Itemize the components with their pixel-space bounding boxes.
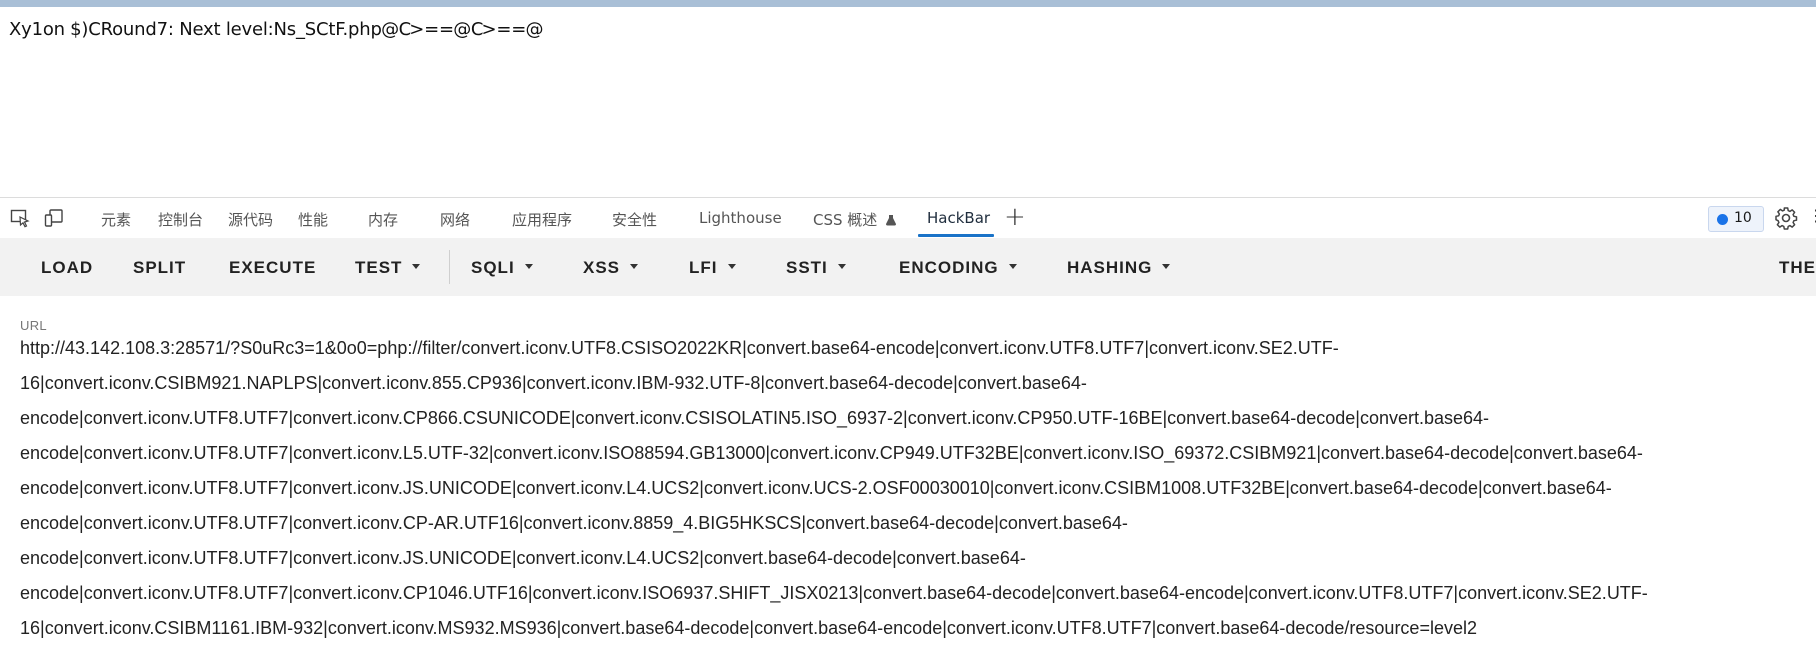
hackbar-theme-button[interactable]: THE [1779,258,1816,278]
devtools-tab-bar: 元素 控制台 源代码 性能 内存 网络 应用程序 安全性 Lighthouse … [0,197,1816,239]
issues-icon [1717,214,1728,225]
issues-badge[interactable]: 10 [1708,206,1764,232]
flask-icon [885,214,897,226]
device-toolbar-icon[interactable] [44,208,64,228]
hackbar-hashing-dropdown[interactable]: HASHING [1067,258,1170,278]
hackbar-ssti-label: SSTI [786,258,828,277]
caret-down-icon [525,264,533,269]
tab-security[interactable]: 安全性 [612,209,657,230]
issues-count: 10 [1734,210,1752,226]
url-line: encode|convert.iconv.UTF8.UTF7|convert.i… [20,436,1810,471]
url-line: 16|convert.iconv.CSIBM921.NAPLPS|convert… [20,366,1810,401]
hackbar-encoding-label: ENCODING [899,258,999,277]
url-line: encode|convert.iconv.UTF8.UTF7|convert.i… [20,576,1810,611]
url-textarea[interactable]: http://43.142.108.3:28571/?S0uRc3=1&0o0=… [20,331,1810,646]
tab-lighthouse[interactable]: Lighthouse [699,209,782,227]
url-line: encode|convert.iconv.UTF8.UTF7|convert.i… [20,506,1810,541]
tab-sources[interactable]: 源代码 [228,209,273,230]
url-line: encode|convert.iconv.UTF8.UTF7|convert.i… [20,401,1810,436]
hackbar-load-button[interactable]: LOAD [41,258,93,278]
hackbar-toolbar: LOAD SPLIT EXECUTE TEST SQLI XSS LFI SST… [0,238,1816,296]
hackbar-xss-dropdown[interactable]: XSS [583,258,638,278]
hackbar-sqli-dropdown[interactable]: SQLI [471,258,533,278]
tab-performance[interactable]: 性能 [298,209,328,230]
plus-icon[interactable]: + [1004,202,1026,232]
hackbar-hashing-label: HASHING [1067,258,1152,277]
hackbar-encoding-dropdown[interactable]: ENCODING [899,258,1017,278]
hackbar-xss-label: XSS [583,258,620,277]
tab-network[interactable]: 网络 [440,209,470,230]
page-body-text: Xy1on $)CRound7: Next level:Ns_SCtF.php… [9,19,543,40]
gear-icon[interactable] [1774,206,1798,230]
hackbar-test-label: TEST [355,258,402,277]
inspect-element-icon[interactable] [10,208,30,228]
caret-down-icon [1009,264,1017,269]
url-line: 16|convert.iconv.CSIBM1161.IBM-932|conve… [20,611,1810,646]
caret-down-icon [728,264,736,269]
caret-down-icon [630,264,638,269]
tab-memory[interactable]: 内存 [368,209,398,230]
more-options-icon[interactable]: ⋮ [1808,206,1816,225]
tab-application[interactable]: 应用程序 [512,209,572,230]
tab-console[interactable]: 控制台 [158,209,203,230]
tab-elements[interactable]: 元素 [101,209,131,230]
hackbar-execute-button[interactable]: EXECUTE [229,258,316,278]
hackbar-test-dropdown[interactable]: TEST [355,258,420,278]
url-line: http://43.142.108.3:28571/?S0uRc3=1&0o0=… [20,331,1810,366]
toolbar-divider [449,250,450,284]
hackbar-ssti-dropdown[interactable]: SSTI [786,258,846,278]
hackbar-lfi-dropdown[interactable]: LFI [689,258,736,278]
browser-top-strip [0,0,1816,7]
active-tab-indicator [918,234,994,237]
hackbar-sqli-label: SQLI [471,258,515,277]
hackbar-lfi-label: LFI [689,258,718,277]
tab-hackbar[interactable]: HackBar [927,209,990,227]
caret-down-icon [412,264,420,269]
caret-down-icon [1162,264,1170,269]
hackbar-split-button[interactable]: SPLIT [133,258,186,278]
url-line: encode|convert.iconv.UTF8.UTF7|convert.i… [20,541,1810,576]
tab-css-overview-label: CSS 概述 [813,211,877,229]
caret-down-icon [838,264,846,269]
tab-css-overview[interactable]: CSS 概述 [813,209,897,230]
url-line: encode|convert.iconv.UTF8.UTF7|convert.i… [20,471,1810,506]
